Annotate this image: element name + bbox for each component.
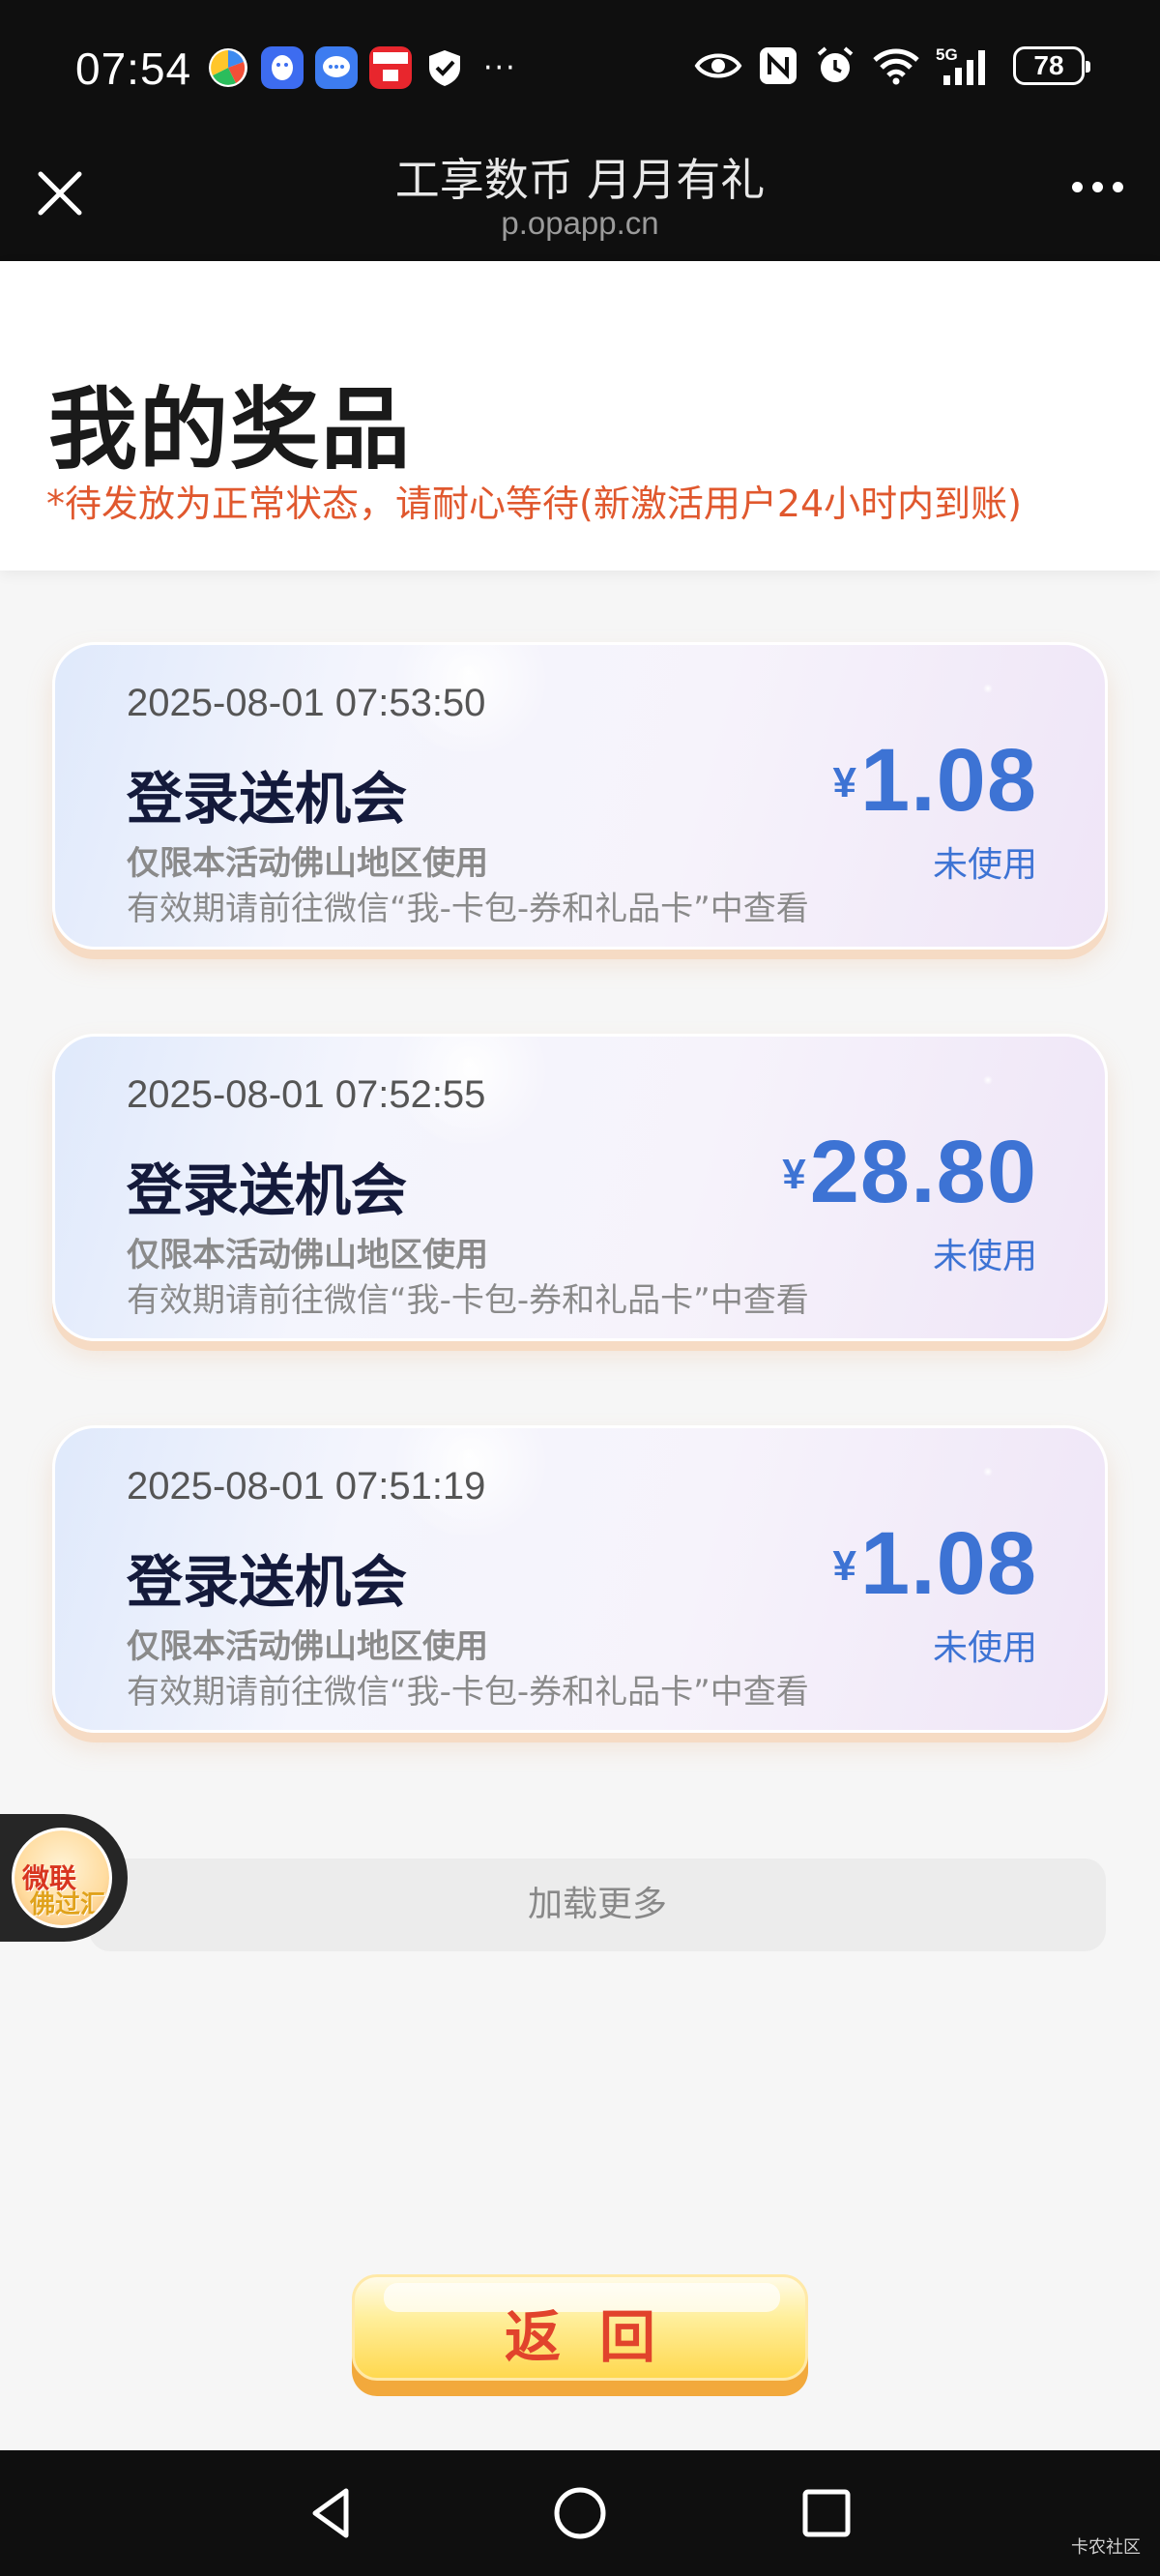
more-options-icon[interactable]	[1072, 182, 1123, 192]
return-button[interactable]: 返回	[352, 2274, 808, 2396]
qq-app-icon	[261, 46, 304, 89]
activity-logo: 微联 佛过汇	[12, 1828, 112, 1928]
status-bar: 07:54 ··· 5G 78	[0, 0, 1160, 145]
system-icons: 5G 78	[694, 44, 1090, 87]
wifi-icon	[873, 48, 919, 85]
prizes-header: 我的奖品 *待发放为正常状态，请耐心等待(新激活用户24小时内到账)	[0, 261, 1160, 571]
currency-symbol: ¥	[832, 759, 856, 806]
notification-icons: ···	[207, 46, 517, 89]
load-more-button[interactable]: 加载更多	[89, 1859, 1106, 1951]
prize-status: 未使用	[932, 1628, 1037, 1668]
nfc-icon	[760, 47, 797, 84]
yunshanfu-app-icon	[369, 46, 412, 89]
page-title: 工享数币 月月有礼	[394, 154, 766, 206]
prize-amount: ¥28.80	[782, 1122, 1037, 1223]
amount-value: 1.08	[859, 1514, 1037, 1613]
webview-nav-bar: 工享数币 月月有礼 p.opapp.cn	[0, 145, 1160, 261]
prize-title: 登录送机会	[127, 1157, 408, 1223]
amount-value: 28.80	[809, 1123, 1037, 1221]
prize-status: 未使用	[932, 845, 1037, 885]
currency-symbol: ¥	[832, 1542, 856, 1590]
return-button-label: 返回	[504, 2304, 694, 2370]
home-circle-icon[interactable]	[546, 2479, 614, 2547]
prize-expiry-note: 有效期请前往微信“我-卡包-券和礼品卡”中查看	[127, 890, 809, 928]
floating-activity-badge[interactable]: 微联 佛过汇	[0, 1814, 128, 1942]
signal-5g-icon: 5G	[936, 45, 985, 85]
prize-area-note: 仅限本活动佛山地区使用	[127, 1236, 488, 1274]
prize-status: 未使用	[932, 1237, 1037, 1276]
prize-time: 2025-08-01 07:51:19	[127, 1465, 486, 1508]
prize-amount: ¥1.08	[832, 1513, 1037, 1615]
recents-square-icon[interactable]	[793, 2479, 860, 2547]
status-time: 07:54	[75, 44, 192, 94]
amount-value: 1.08	[859, 731, 1037, 830]
currency-symbol: ¥	[782, 1151, 806, 1198]
prize-card[interactable]: 2025-08-01 07:52:55 登录送机会 仅限本活动佛山地区使用 有效…	[52, 1034, 1108, 1341]
prize-title: 登录送机会	[127, 766, 408, 832]
prize-time: 2025-08-01 07:52:55	[127, 1073, 486, 1116]
messages-app-icon	[315, 46, 358, 89]
prize-card[interactable]: 2025-08-01 07:51:19 登录送机会 仅限本活动佛山地区使用 有效…	[52, 1425, 1108, 1733]
back-triangle-icon[interactable]	[300, 2479, 367, 2547]
svg-text:5G: 5G	[936, 45, 958, 64]
shield-app-icon	[423, 46, 466, 89]
battery-indicator: 78	[1013, 46, 1090, 85]
prize-time: 2025-08-01 07:53:50	[127, 682, 486, 724]
system-navigation-bar: 卡农社区	[0, 2450, 1160, 2576]
prize-title: 登录送机会	[127, 1549, 408, 1615]
prize-amount: ¥1.08	[832, 730, 1037, 832]
alarm-icon	[817, 46, 854, 82]
prize-card[interactable]: 2025-08-01 07:53:50 登录送机会 仅限本活动佛山地区使用 有效…	[52, 642, 1108, 950]
watermark-text: 卡农社区	[1071, 2537, 1141, 2558]
pending-tip: *待发放为正常状态，请耐心等待(新激活用户24小时内到账)	[46, 483, 1023, 525]
pinwheel-app-icon	[207, 46, 249, 89]
page-url: p.opapp.cn	[501, 205, 659, 241]
prize-area-note: 仅限本活动佛山地区使用	[127, 1627, 488, 1666]
logo-text-bottom: 佛过汇	[30, 1890, 106, 1919]
prize-area-note: 仅限本活动佛山地区使用	[127, 844, 488, 883]
prize-expiry-note: 有效期请前往微信“我-卡包-券和礼品卡”中查看	[127, 1281, 809, 1320]
prizes-heading: 我的奖品	[48, 378, 413, 482]
prize-expiry-note: 有效期请前往微信“我-卡包-券和礼品卡”中查看	[127, 1673, 809, 1712]
more-notifications-icon: ···	[483, 50, 517, 85]
eye-comfort-icon	[694, 53, 742, 78]
